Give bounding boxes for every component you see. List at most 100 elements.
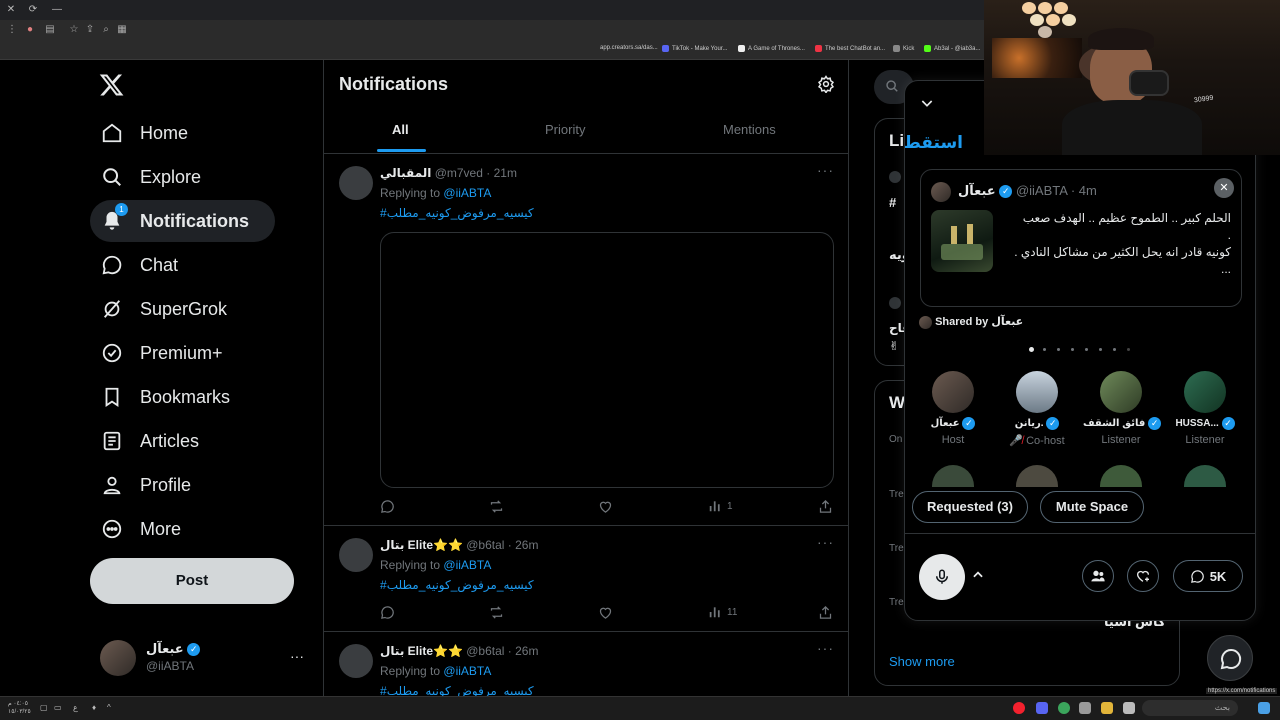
avatar[interactable] xyxy=(1016,465,1058,487)
trend-label[interactable]: Tre xyxy=(889,597,904,608)
nav-item-supergrok[interactable]: SuperGrok xyxy=(90,288,227,330)
replying-to: Replying to @iiABTA xyxy=(380,664,491,678)
settings-gear-icon[interactable] xyxy=(817,75,835,94)
carousel-dots[interactable] xyxy=(1029,347,1133,353)
chevron-up-icon[interactable]: ^ xyxy=(107,703,111,712)
reply-mention-link[interactable]: @iiABTA xyxy=(443,664,491,678)
reply-icon[interactable] xyxy=(380,498,395,514)
hashtag-link[interactable]: #كيسيه_مرفوض_كونيه_مطلب xyxy=(380,206,534,220)
app-icon-chrome[interactable] xyxy=(1058,702,1070,714)
space-speaker[interactable]: فائق الشقف ✓ Listener xyxy=(1083,371,1162,446)
repost-icon[interactable] xyxy=(488,604,505,620)
nav-item-more[interactable]: More xyxy=(90,508,181,550)
menu-dots-icon[interactable]: ⋮ xyxy=(6,24,18,36)
extensions-icon[interactable]: ▦ xyxy=(116,24,128,36)
nav-item-premium[interactable]: Premium+ xyxy=(90,332,223,374)
search-page-icon[interactable]: ⌕ xyxy=(100,24,112,36)
notification-center-icon[interactable]: ▢ xyxy=(40,703,48,712)
nav-item-notifications[interactable]: 1 Notifications xyxy=(90,200,275,242)
space-speaker[interactable]: عبعآل ✓ Host xyxy=(915,371,991,446)
bookmark-item[interactable]: TikTok - Make Your... xyxy=(662,45,727,52)
close-icon[interactable]: ✕ xyxy=(1214,178,1234,198)
app-icon-folder[interactable] xyxy=(1101,702,1113,714)
like-icon[interactable] xyxy=(598,498,613,514)
bookmark-item[interactable]: A Game of Thrones... xyxy=(738,45,805,52)
background-light xyxy=(992,38,1082,78)
app-icon-generic[interactable] xyxy=(1079,702,1091,714)
more-dots-icon[interactable]: ··· xyxy=(290,648,304,664)
chevron-up-icon[interactable] xyxy=(971,568,985,587)
restore-window-icon[interactable]: ⟳ xyxy=(26,3,40,17)
hashtag-link[interactable]: #كيسيه_مرفوض_كونيه_مطلب xyxy=(380,578,534,592)
share-icon[interactable] xyxy=(818,604,833,620)
comments-button[interactable]: 5K xyxy=(1173,560,1243,592)
show-more-link[interactable]: Show more xyxy=(889,654,955,669)
trend-label[interactable]: Tre xyxy=(889,543,904,554)
tab-all[interactable]: All xyxy=(392,122,409,137)
nav-item-chat[interactable]: Chat xyxy=(90,244,178,286)
space-speaker[interactable]: HUSSA... ✓ Listener xyxy=(1167,371,1243,446)
more-dots-icon[interactable]: ··· xyxy=(817,162,834,178)
trend-label[interactable]: Tre xyxy=(889,489,904,500)
more-dots-icon[interactable]: ··· xyxy=(817,534,834,550)
windows-start-icon[interactable] xyxy=(1258,702,1270,714)
extension-icon[interactable]: ▤ xyxy=(44,24,56,36)
nav-item-bookmarks[interactable]: Bookmarks xyxy=(90,376,230,418)
avatar xyxy=(1016,371,1058,413)
like-icon[interactable] xyxy=(598,604,613,620)
space-speaker[interactable]: ريانن. ✓ 🎤̸ Co-host xyxy=(999,371,1075,447)
views-stat[interactable]: 1 xyxy=(708,498,733,514)
reaction-button[interactable] xyxy=(1127,560,1159,592)
bookmark-item[interactable]: app.creators.sa/das... xyxy=(600,45,658,51)
avatar[interactable] xyxy=(1184,465,1226,487)
bookmark-item[interactable]: Ab3al - @iab3a... xyxy=(924,45,980,52)
language-indicator[interactable]: ع xyxy=(73,703,78,712)
reply-mention-link[interactable]: @iiABTA xyxy=(443,186,491,200)
tab-priority[interactable]: Priority xyxy=(545,122,585,137)
account-switcher[interactable]: عبعآل ✓ @iiABTA ··· xyxy=(100,638,315,678)
clock[interactable]: ٠٤:٠٥ م ١٥/٠٣/٢٥ xyxy=(8,700,31,716)
avatar[interactable] xyxy=(932,465,974,487)
reply-icon[interactable] xyxy=(380,604,395,620)
post-button[interactable]: Post xyxy=(90,558,294,604)
share-icon[interactable]: ⇪ xyxy=(84,24,96,36)
media-placeholder[interactable] xyxy=(380,232,834,488)
extension-icon[interactable]: ● xyxy=(24,24,36,36)
microphone-button[interactable] xyxy=(919,554,965,600)
taskbar-search[interactable]: بحث xyxy=(1142,700,1238,716)
speaker-name: ريانن. xyxy=(1014,418,1044,430)
app-icon-discord[interactable] xyxy=(1036,702,1048,714)
requested-button[interactable]: Requested (3) xyxy=(912,491,1028,523)
mute-space-button[interactable]: Mute Space xyxy=(1040,491,1144,523)
people-button[interactable] xyxy=(1082,560,1114,592)
avatar[interactable] xyxy=(1100,465,1142,487)
minimize-window-icon[interactable]: — xyxy=(50,3,64,17)
mic-tray-icon[interactable]: ♦ xyxy=(92,703,96,712)
nav-item-home[interactable]: Home xyxy=(90,112,188,154)
avatar xyxy=(100,640,136,676)
chat-fab-button[interactable] xyxy=(1207,635,1253,681)
close-window-icon[interactable]: ✕ xyxy=(4,3,18,17)
collapse-chevron-icon[interactable] xyxy=(919,95,935,116)
reply-mention-link[interactable]: @iiABTA xyxy=(443,558,491,572)
app-icon-record[interactable] xyxy=(1013,702,1025,714)
x-logo-icon[interactable] xyxy=(98,71,126,99)
shared-post-card[interactable]: عبعآل ✓ @iiABTA · 4m ✕ الحلم كبير .. الط… xyxy=(920,169,1242,307)
app-icon-store[interactable] xyxy=(1123,702,1135,714)
bookmark-item[interactable]: The best ChatBot an... xyxy=(815,45,885,52)
notification-item[interactable]: بتال Elite⭐⭐ @b6tal · 26m ··· Replying t… xyxy=(324,526,848,632)
notification-item[interactable]: المقبالي @m7ved · 21m ··· Replying to @i… xyxy=(324,154,848,526)
bookmark-item[interactable]: Kick xyxy=(893,45,914,52)
notification-item[interactable]: بتال Elite⭐⭐ @b6tal · 26m ··· Replying t… xyxy=(324,632,848,698)
share-icon[interactable] xyxy=(818,498,833,514)
tab-mentions[interactable]: Mentions xyxy=(723,122,776,137)
views-stat[interactable]: 11 xyxy=(708,604,737,620)
star-icon[interactable]: ☆ xyxy=(68,24,80,36)
nav-item-explore[interactable]: Explore xyxy=(90,156,201,198)
repost-icon[interactable] xyxy=(488,498,505,514)
nav-item-profile[interactable]: Profile xyxy=(90,464,191,506)
display-icon[interactable]: ▭ xyxy=(54,703,62,712)
nav-item-articles[interactable]: Articles xyxy=(90,420,199,462)
more-dots-icon[interactable]: ··· xyxy=(817,640,834,656)
trend-label[interactable]: On xyxy=(889,434,902,445)
